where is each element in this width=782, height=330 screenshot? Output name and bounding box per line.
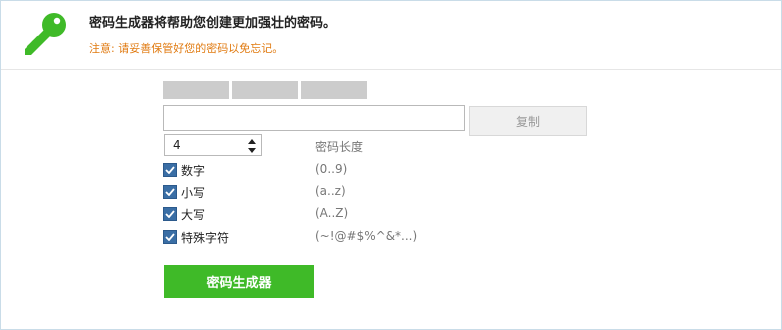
option-hint: (~!@#$%^&*...)	[315, 229, 418, 243]
option-label: 大写	[181, 208, 206, 222]
checkbox-uppercase[interactable]	[163, 207, 177, 221]
header: 密码生成器将帮助您创建更加强壮的密码。 注意: 请妥善保管好您的密码以免忘记。	[1, 1, 781, 70]
generate-password-button[interactable]: 密码生成器	[164, 265, 314, 298]
key-icon	[25, 13, 66, 55]
strength-segment	[301, 81, 367, 99]
warning-note: 注意: 请妥善保管好您的密码以免忘记。	[89, 42, 284, 55]
length-spinner[interactable]: 4	[164, 134, 262, 156]
checkbox-digits[interactable]	[163, 163, 177, 177]
strength-segment	[232, 81, 298, 99]
length-value[interactable]: 4	[173, 138, 181, 152]
page-title: 密码生成器将帮助您创建更加强壮的密码。	[89, 16, 337, 31]
option-hint: (0..9)	[315, 162, 348, 176]
option-hint: (a..z)	[315, 184, 346, 198]
password-generator-panel: 密码生成器将帮助您创建更加强壮的密码。 注意: 请妥善保管好您的密码以免忘记。 …	[0, 0, 782, 330]
spinner-down-icon[interactable]	[247, 146, 257, 155]
option-label: 特殊字符	[181, 231, 230, 245]
option-hint: (A..Z)	[315, 206, 349, 220]
option-label: 数字	[181, 164, 206, 178]
strength-segment	[163, 81, 229, 99]
password-output-field[interactable]	[163, 105, 465, 131]
copy-button[interactable]: 复制	[469, 106, 587, 136]
spinner-up-icon[interactable]	[247, 137, 257, 146]
checkbox-lowercase[interactable]	[163, 185, 177, 199]
checkbox-special[interactable]	[163, 230, 177, 244]
length-label: 密码长度	[315, 140, 364, 154]
option-label: 小写	[181, 186, 206, 200]
